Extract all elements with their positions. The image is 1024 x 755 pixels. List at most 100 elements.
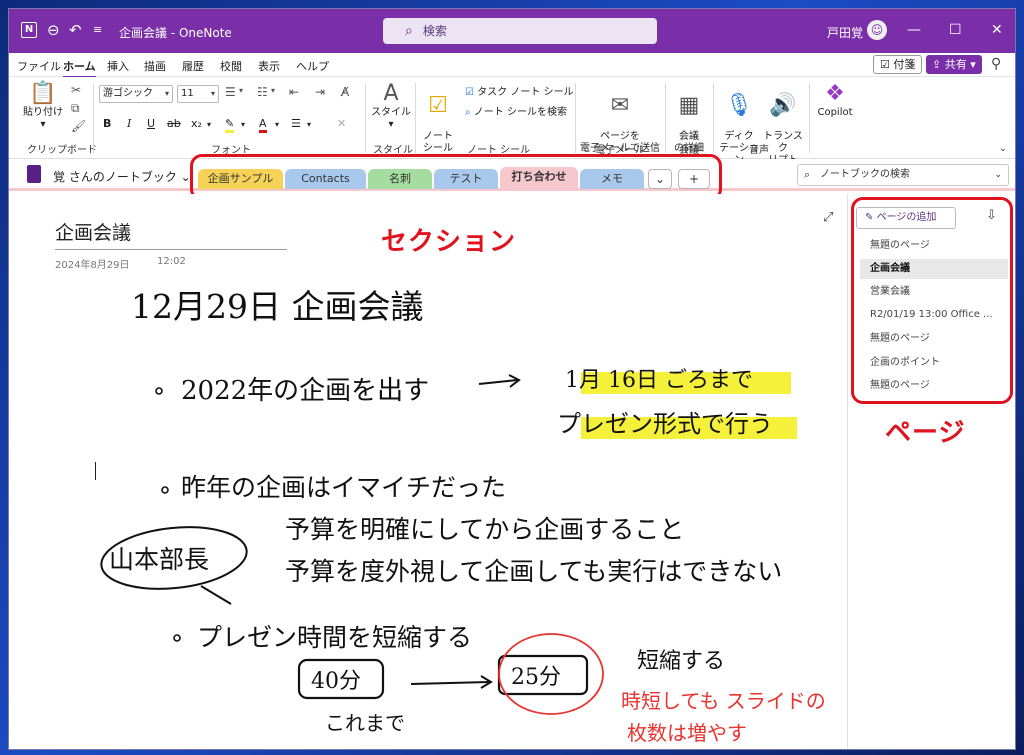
avatar[interactable]: ☺ bbox=[867, 20, 887, 40]
ink-line3: 予算を明確にしてから企画すること bbox=[285, 515, 684, 544]
numbering-icon[interactable]: ☷ bbox=[257, 85, 268, 99]
ink-note-before: これまで bbox=[325, 711, 405, 735]
search-icon: ⌕ bbox=[804, 168, 811, 181]
find-tags-label: ノート シールを検索 bbox=[473, 107, 567, 118]
copilot-label: Copilot bbox=[817, 107, 853, 118]
maximize-button[interactable]: ☐ bbox=[949, 22, 962, 38]
font-color-icon[interactable]: A bbox=[259, 117, 267, 133]
user-name[interactable]: 戸田覚 bbox=[827, 24, 863, 41]
share-icon: ⇪ bbox=[932, 58, 945, 71]
align-dropdown-icon[interactable]: ▾ bbox=[307, 120, 311, 129]
share-button[interactable]: ⇪ 共有 ▾ bbox=[926, 55, 982, 74]
menu-file[interactable]: ファイル bbox=[17, 58, 61, 74]
ink-arrow bbox=[410, 681, 490, 685]
back-icon[interactable]: ⊖ bbox=[47, 22, 60, 38]
minimize-button[interactable]: — bbox=[907, 22, 921, 38]
close-button[interactable]: ✕ bbox=[991, 22, 1003, 38]
divider bbox=[93, 83, 94, 153]
pages-pane: ✎ ページの追加 ⇩ 無題のページ 企画会議 営業会議 R2/01/19 13:… bbox=[847, 194, 1015, 749]
menu-bar: ファイル ホーム 挿入 描画 履歴 校閲 表示 ヘルプ ☑ 付箋 ⇪ 共有 ▾ … bbox=[9, 53, 1015, 78]
ink-note-short: 短縮する bbox=[637, 649, 725, 674]
copilot-button[interactable]: ❖ Copilot bbox=[813, 81, 857, 119]
paste-label: 貼り付け bbox=[23, 107, 63, 118]
menu-insert[interactable]: 挿入 bbox=[107, 58, 129, 74]
clipboard-icon: 📋 bbox=[29, 81, 57, 106]
clear-format-icon[interactable]: A̸ bbox=[341, 85, 349, 99]
font-size-select[interactable]: 11 ▾ bbox=[177, 85, 219, 103]
search-icon: ⌕ bbox=[405, 23, 413, 39]
todo-tag-button[interactable]: ☑ タスク ノート シール bbox=[465, 83, 574, 98]
envelope-icon: ✉ bbox=[610, 93, 630, 118]
ink-line1-right2: プレゼン形式で行う bbox=[557, 410, 773, 438]
menu-draw[interactable]: 描画 bbox=[144, 58, 166, 74]
copy-icon[interactable]: ⧉ bbox=[71, 101, 80, 116]
copilot-icon: ❖ bbox=[825, 81, 845, 106]
paste-button[interactable]: 📋 貼り付け ▾ bbox=[21, 81, 65, 131]
notebook-bar: 覚 さんのノートブック ⌄ 企画サンプル Contacts 名刺 テスト 打ち合… bbox=[9, 154, 1015, 201]
sticky-notes-button[interactable]: ☑ 付箋 bbox=[873, 55, 923, 74]
bullets-icon[interactable]: ☰ bbox=[225, 85, 236, 99]
highlight-dropdown-icon[interactable]: ▾ bbox=[241, 120, 245, 129]
todo-checkbox-icon: ☑ bbox=[465, 87, 478, 98]
font-size-value: 11 bbox=[181, 88, 194, 99]
search-input[interactable]: ⌕ 検索 bbox=[383, 18, 657, 44]
menu-view[interactable]: 表示 bbox=[258, 58, 280, 74]
menu-review[interactable]: 校閲 bbox=[220, 58, 242, 74]
todo-tag-label: タスク ノート シール bbox=[477, 87, 574, 98]
undo-icon[interactable]: ↶ bbox=[69, 22, 82, 38]
divider bbox=[365, 83, 366, 153]
strikethrough-button[interactable]: ab bbox=[167, 117, 181, 130]
font-name-select[interactable]: 游ゴシック ▾ bbox=[99, 85, 173, 103]
font-color-dropdown-icon[interactable]: ▾ bbox=[275, 120, 279, 129]
menu-home[interactable]: ホーム bbox=[63, 58, 96, 78]
decrease-indent-icon[interactable]: ⇤ bbox=[289, 85, 299, 99]
window-title: 企画会議 - OneNote bbox=[119, 26, 232, 40]
divider bbox=[713, 83, 714, 153]
ink-circle-name: 山本部長 bbox=[109, 545, 209, 574]
ribbon-collapse-icon[interactable]: ⌄ bbox=[999, 143, 1007, 154]
content-area: 企画会議 2024年8月29日 12:02 ⤢ セクション 12月29日 企画会… bbox=[9, 194, 1015, 749]
divider bbox=[575, 83, 576, 153]
divider bbox=[665, 83, 666, 153]
subscript-dropdown-icon[interactable]: ▾ bbox=[207, 120, 211, 129]
title-bar: N ⊖ ↶ ≡ 企画会議 - OneNote ⌕ 検索 戸田覚 ☺ — ☐ ✕ bbox=[9, 9, 1015, 53]
ink-heading: 12月29日 企画会議 bbox=[131, 287, 423, 326]
divider bbox=[415, 83, 416, 153]
menu-history[interactable]: 履歴 bbox=[182, 58, 204, 74]
notebook-selector[interactable]: 覚 さんのノートブック ⌄ bbox=[53, 168, 191, 185]
font-name-value: 游ゴシック bbox=[103, 88, 153, 99]
italic-button[interactable]: I bbox=[127, 117, 131, 130]
bold-button[interactable]: B bbox=[103, 117, 111, 130]
sticky-icon: ☑ bbox=[880, 58, 894, 71]
feedback-icon[interactable]: ⚲ bbox=[991, 56, 1001, 72]
page-canvas[interactable]: 企画会議 2024年8月29日 12:02 ⤢ セクション 12月29日 企画会… bbox=[9, 194, 847, 749]
find-tags-button[interactable]: ⌕ ノート シールを検索 bbox=[465, 103, 567, 118]
chevron-down-icon: ⌄ bbox=[994, 170, 1002, 180]
style-label: スタイル bbox=[371, 107, 411, 118]
align-icon[interactable]: ☰ bbox=[291, 117, 301, 130]
highlight-icon[interactable]: ✎ bbox=[225, 117, 235, 133]
delete-icon[interactable]: ✕ bbox=[337, 117, 346, 130]
ink-line1-right: 1月 16日 ごろまで bbox=[565, 368, 753, 393]
quick-access-more-icon[interactable]: ≡ bbox=[93, 22, 102, 38]
increase-indent-icon[interactable]: ⇥ bbox=[315, 85, 325, 99]
menu-help[interactable]: ヘルプ bbox=[296, 58, 329, 74]
format-painter-icon[interactable]: 🖌 bbox=[71, 119, 86, 133]
notebook-search-input[interactable]: ⌕ ノートブックの検索 ⌄ bbox=[797, 164, 1009, 186]
notebook-search-placeholder: ノートブックの検索 bbox=[820, 169, 910, 180]
speaker-icon: 🔊 bbox=[769, 93, 797, 118]
numbering-dropdown-icon[interactable]: ▾ bbox=[271, 86, 275, 95]
find-tags-icon: ⌕ bbox=[465, 107, 474, 118]
ink-circle-tail bbox=[200, 585, 232, 605]
subscript-icon[interactable]: x₂ bbox=[191, 117, 202, 130]
bullets-dropdown-icon[interactable]: ▾ bbox=[239, 86, 243, 95]
cut-icon[interactable]: ✂ bbox=[71, 83, 81, 97]
handwriting-ink: 12月29日 企画会議 2022年の企画を出す 1月 16日 ごろまで プレゼン… bbox=[100, 287, 826, 745]
underline-button[interactable]: U bbox=[147, 117, 155, 130]
note-tag-button[interactable]: ☑ ノート シール bbox=[419, 81, 457, 155]
search-placeholder: 検索 bbox=[422, 24, 447, 38]
ink-bullet bbox=[173, 634, 181, 642]
style-button[interactable]: A スタイル ▾ bbox=[371, 81, 411, 131]
ink-line2: 昨年の企画はイマイチだった bbox=[181, 473, 506, 502]
ink-red-note2: 枚数は増やす bbox=[627, 721, 747, 745]
